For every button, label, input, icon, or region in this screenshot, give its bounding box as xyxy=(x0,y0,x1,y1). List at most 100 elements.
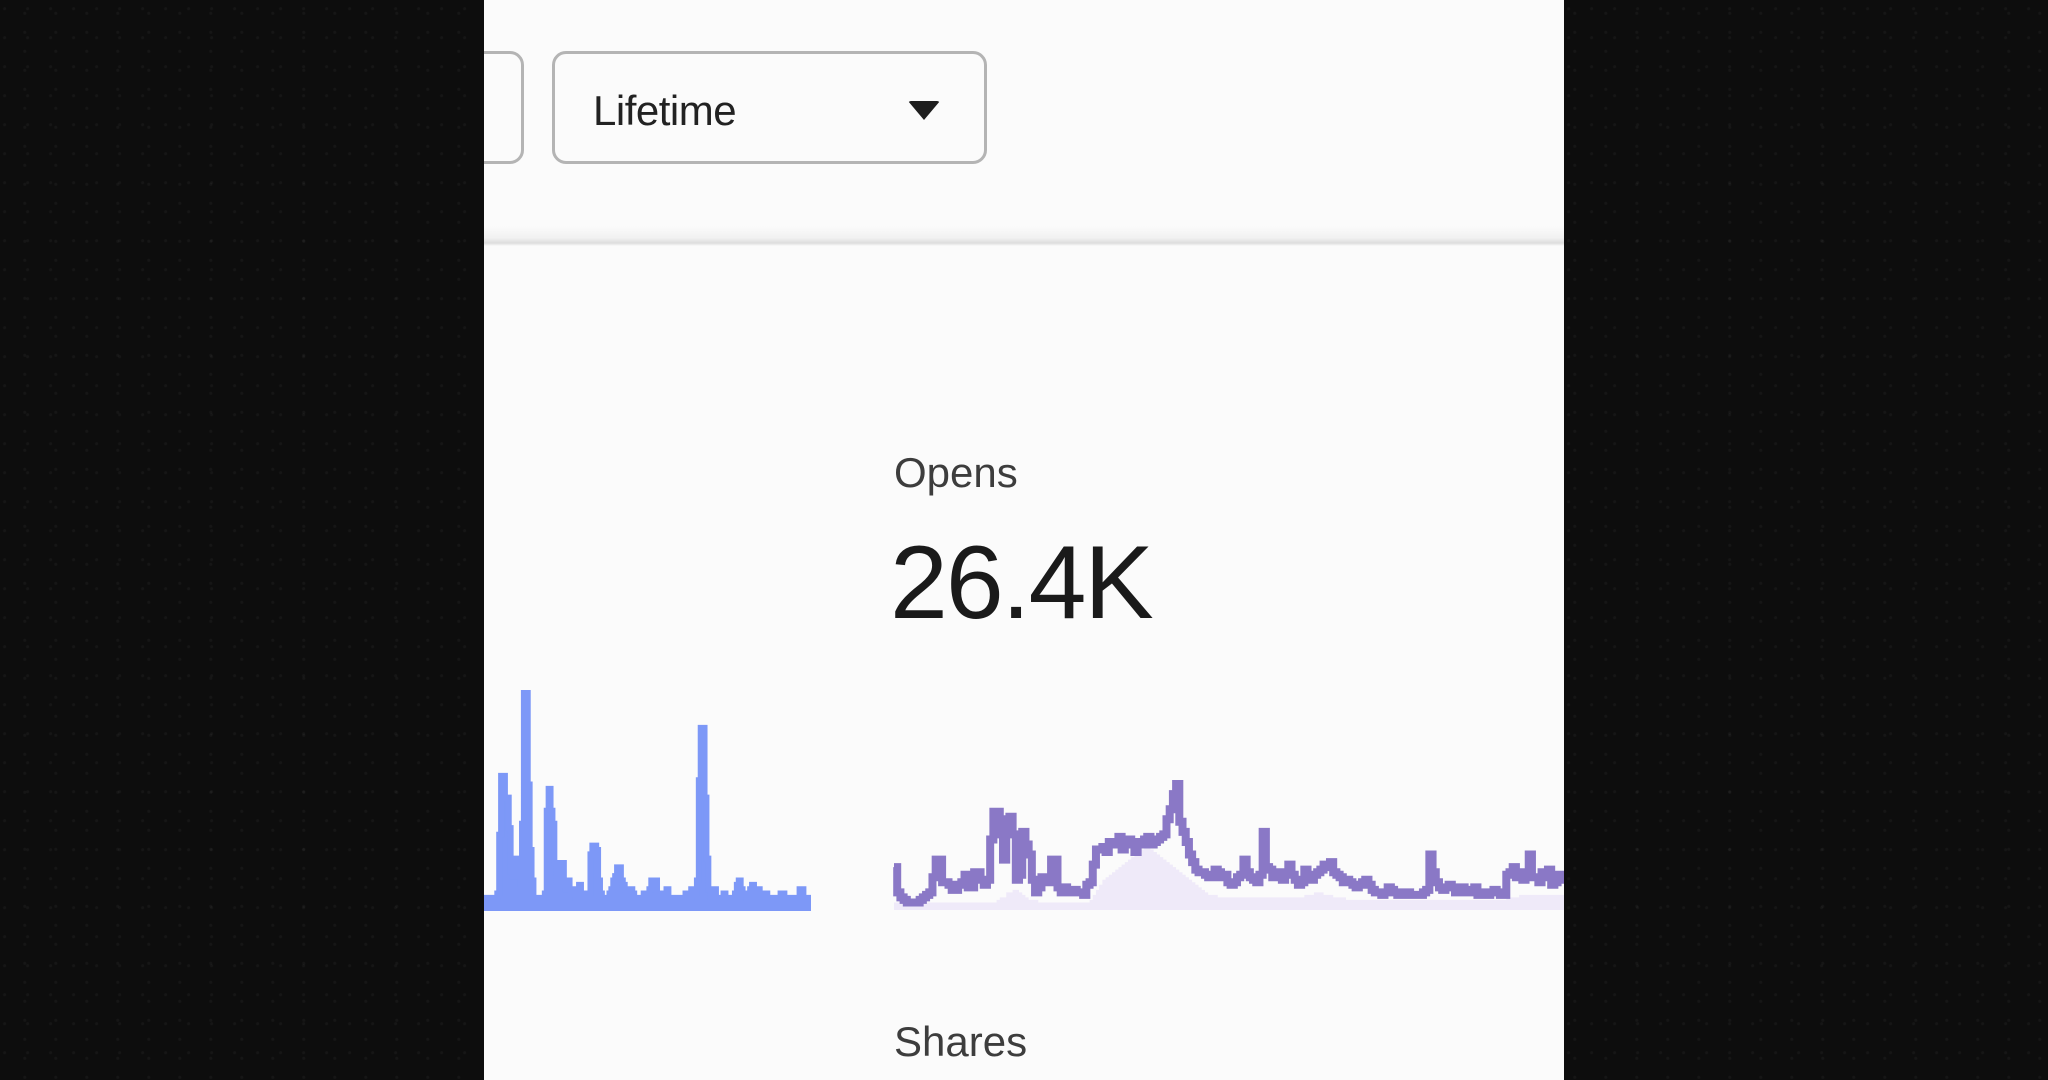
sparkline-point xyxy=(1314,875,1317,910)
sparkline-point xyxy=(1115,842,1118,910)
sparkline-point xyxy=(1362,882,1365,910)
sparkline-point xyxy=(1458,890,1461,910)
sparkline-point xyxy=(689,898,691,911)
sparkline-point xyxy=(1064,887,1067,910)
sparkline-point xyxy=(1189,855,1192,910)
sparkline-point xyxy=(731,898,733,911)
sparkline-point xyxy=(1134,852,1137,910)
sparkline-point xyxy=(667,889,669,911)
sparkline-point xyxy=(1122,850,1125,910)
opens-label: Opens xyxy=(894,449,1018,496)
sparkline-point xyxy=(1051,860,1054,910)
sparkline-point xyxy=(1413,895,1416,910)
sparkline-point xyxy=(1394,892,1397,910)
sparkline-point xyxy=(801,889,803,911)
filter-select-previous[interactable] xyxy=(484,51,524,164)
sparkline-point xyxy=(987,880,990,910)
sparkline-point xyxy=(615,876,617,911)
sparkline-point xyxy=(1548,870,1551,910)
sparkline-point xyxy=(1138,842,1141,910)
sparkline-point xyxy=(1048,882,1051,910)
sparkline-point xyxy=(1090,882,1093,910)
sparkline-point xyxy=(760,894,762,911)
sparkline-point xyxy=(724,894,726,911)
sparkline-point xyxy=(725,898,727,911)
sparkline-point xyxy=(1025,844,1028,910)
sparkline-point xyxy=(945,882,948,910)
sparkline-point xyxy=(754,889,756,911)
sparkline-point xyxy=(1308,877,1311,910)
sparkline-point xyxy=(632,894,634,911)
sparkline-point xyxy=(520,885,522,911)
sparkline-point xyxy=(775,898,777,911)
sparkline-point xyxy=(974,872,977,910)
sparkline-point xyxy=(904,900,907,910)
sparkline-point xyxy=(564,885,566,911)
sparkline-point xyxy=(1096,850,1099,910)
sparkline-point xyxy=(1166,819,1169,910)
sparkline-point xyxy=(1391,890,1394,910)
sparkline-point xyxy=(573,889,575,911)
sparkline-point xyxy=(648,898,650,911)
sparkline-point xyxy=(1497,892,1500,910)
sparkline-point xyxy=(533,898,535,911)
sparkline-point xyxy=(655,880,657,911)
sparkline-point xyxy=(1013,834,1016,910)
sparkline-point xyxy=(1019,875,1022,910)
sparkline-point xyxy=(750,889,752,911)
sparkline-point xyxy=(1417,895,1420,910)
sparkline-point xyxy=(705,798,707,911)
sparkline-point xyxy=(1420,895,1423,910)
sparkline-point xyxy=(1452,887,1455,910)
sparkline-point xyxy=(1029,855,1032,910)
sparkline-point xyxy=(492,898,494,911)
sparkline-point xyxy=(484,898,486,911)
toolbar-divider xyxy=(484,226,1564,246)
sparkline-point xyxy=(1401,895,1404,910)
sparkline-point xyxy=(1490,892,1493,910)
sparkline-point xyxy=(769,898,771,911)
sparkline-point xyxy=(1109,842,1112,910)
sparkline-point xyxy=(663,898,665,911)
sparkline-point xyxy=(562,863,564,911)
sparkline-point xyxy=(1041,877,1044,910)
sparkline-point xyxy=(1522,880,1525,910)
sparkline-point xyxy=(623,885,625,911)
sparkline-point xyxy=(1125,842,1128,910)
sparkline-point xyxy=(733,898,735,911)
sparkline-point xyxy=(1074,890,1077,910)
sparkline-point xyxy=(729,898,731,911)
opens-sparkline xyxy=(893,780,1564,910)
sparkline-point xyxy=(1468,892,1471,910)
sparkline-point xyxy=(579,885,581,911)
sparkline-point xyxy=(1243,860,1246,910)
sparkline-point xyxy=(659,898,661,911)
sparkline-point xyxy=(513,876,515,911)
sparkline-point xyxy=(1561,880,1564,910)
sparkline-point xyxy=(1442,890,1445,910)
sparkline-point xyxy=(682,898,684,911)
sparkline-point xyxy=(1397,895,1400,910)
sparkline-point xyxy=(699,780,701,911)
sparkline-point xyxy=(627,894,629,911)
sparkline-point xyxy=(1006,819,1009,910)
sparkline-point xyxy=(1324,865,1327,910)
sparkline-point xyxy=(680,898,682,911)
sparkline-point xyxy=(583,898,585,911)
sparkline-point xyxy=(955,890,958,910)
sparkline-point xyxy=(522,824,524,911)
sparkline-point xyxy=(697,880,699,911)
sparkline-point xyxy=(1221,877,1224,910)
period-select[interactable]: Lifetime xyxy=(552,51,987,164)
sparkline-point xyxy=(642,898,644,911)
sparkline-point xyxy=(528,785,530,911)
sparkline-point xyxy=(949,885,952,910)
sparkline-point xyxy=(727,898,729,911)
sparkline-point xyxy=(695,894,697,911)
sparkline-point xyxy=(686,894,688,911)
sparkline-point xyxy=(524,693,526,911)
sparkline-point xyxy=(640,898,642,911)
sparkline-point xyxy=(1311,880,1314,910)
sparkline-point xyxy=(518,876,520,911)
sparkline-point xyxy=(981,880,984,910)
